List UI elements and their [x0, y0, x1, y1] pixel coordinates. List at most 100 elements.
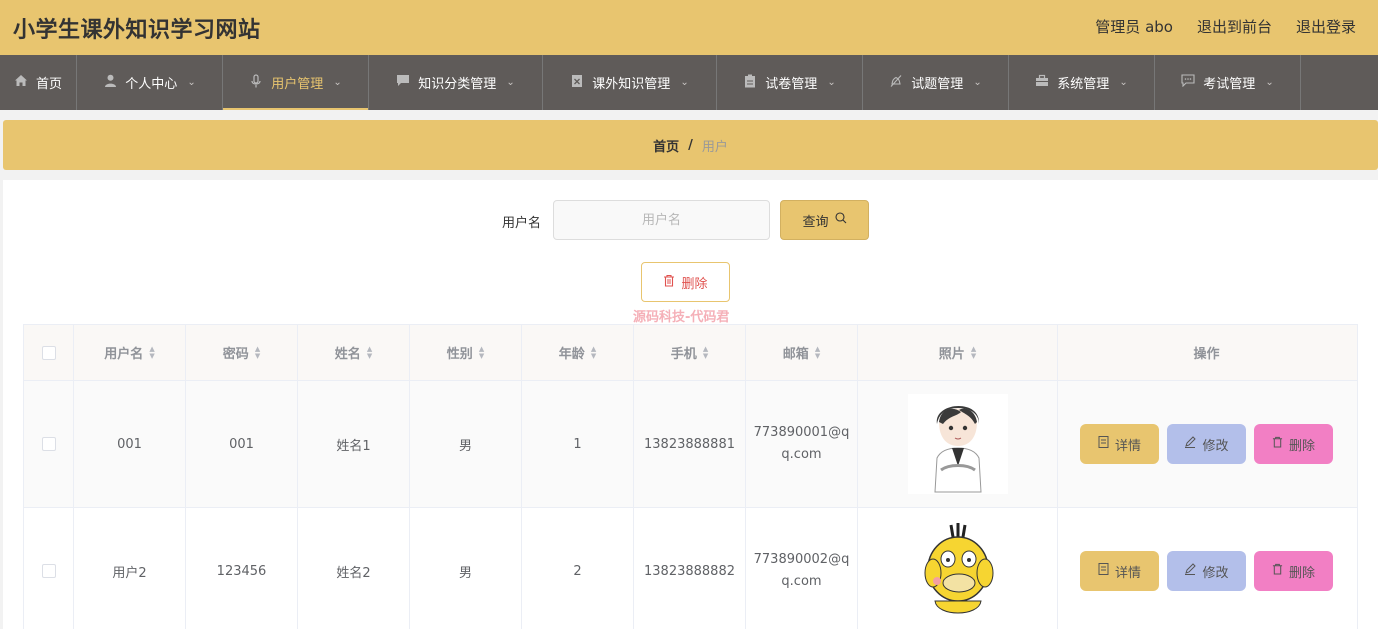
nav-home[interactable]: 首页	[0, 55, 77, 110]
top-header: 小学生课外知识学习网站 管理员 abo 退出到前台 退出登录	[0, 0, 1378, 55]
nav-questions[interactable]: 试题管理 ⌄	[863, 55, 1009, 110]
cell-gender: 男	[410, 508, 522, 629]
edit-button[interactable]: 修改	[1167, 424, 1246, 464]
table-row: 用户2 123456 姓名2 男 2 13823888882 773890002…	[24, 508, 1357, 629]
cell-actions: 详情 修改 删除	[1058, 381, 1355, 507]
briefcase-icon	[1035, 74, 1049, 91]
select-all-checkbox[interactable]	[41, 345, 56, 360]
nav-label: 首页	[35, 77, 62, 92]
delete-label: 删除	[1288, 438, 1315, 454]
batch-delete-label: 删除	[681, 276, 708, 292]
chevron-down-icon: ⌄	[680, 77, 689, 88]
nav-extra-knowledge[interactable]: 课外知识管理 ⌄	[543, 55, 717, 110]
sort-icon[interactable]: ▲ ▼	[971, 345, 976, 360]
sort-icon[interactable]: ▲ ▼	[703, 345, 708, 360]
home-icon	[14, 74, 28, 91]
column-header: 操作	[1193, 347, 1220, 362]
nav-system[interactable]: 系统管理 ⌄	[1009, 55, 1155, 110]
nav-label: 用户管理	[271, 77, 324, 92]
row-checkbox[interactable]	[41, 564, 56, 578]
sort-icon[interactable]: ▲ ▼	[815, 345, 820, 360]
column-header[interactable]: 照片 ▲ ▼	[858, 325, 1058, 380]
delete-button[interactable]: 删除	[1254, 424, 1333, 464]
column-header[interactable]: 密码 ▲ ▼	[186, 325, 298, 380]
cell-phone: 13823888882	[634, 508, 746, 629]
cell-gender: 男	[410, 381, 522, 507]
nav-label: 课外知识管理	[592, 77, 671, 92]
nav-exams[interactable]: 考试管理 ⌄	[1155, 55, 1301, 110]
search-icon	[834, 212, 847, 228]
delete-button[interactable]: 删除	[1254, 551, 1333, 591]
cell-email-wrap: 773890001@qq.com	[746, 381, 858, 507]
table-header: 用户名 ▲ ▼ 密码 ▲ ▼ 姓名 ▲ ▼ 性别 ▲ ▼ 年龄 ▲ ▼ 手机 ▲ ▼ 邮箱 ▲ ▼ 照片 ▲ ▼…	[24, 325, 1357, 381]
main-content: 用户名 查询 删除 源码科技-代码君 用户名▲▼ 密码▲▼ 姓名▲▼ 性别▲▼ …	[3, 180, 1378, 629]
document-icon	[1098, 436, 1109, 452]
nav-knowledge-category[interactable]: 知识分类管理 ⌄	[369, 55, 543, 110]
chat-icon	[396, 74, 410, 91]
cell-username: 用户2	[74, 508, 186, 629]
chevron-down-icon: ⌄	[973, 77, 982, 88]
search-label: 用户名	[502, 216, 542, 231]
detail-button[interactable]: 详情	[1080, 551, 1159, 591]
edit-button[interactable]: 修改	[1167, 551, 1246, 591]
nav-label: 个人中心	[125, 77, 178, 92]
chevron-down-icon: ⌄	[333, 77, 342, 88]
nav-users[interactable]: 用户管理 ⌄	[223, 55, 369, 110]
trash-icon	[1272, 563, 1283, 579]
cell-email: 773890002@qq.com	[753, 552, 850, 589]
user-avatar-photo	[907, 521, 1008, 621]
detail-button[interactable]: 详情	[1080, 424, 1159, 464]
pencil-icon	[1184, 563, 1197, 579]
sort-icon[interactable]: ▲ ▼	[479, 345, 484, 360]
nav-label: 试卷管理	[765, 77, 818, 92]
bell-off-icon	[889, 74, 903, 92]
column-header[interactable]: 姓名 ▲ ▼	[298, 325, 410, 380]
clipboard-x-icon	[570, 74, 584, 92]
document-icon	[1098, 563, 1109, 579]
sort-icon[interactable]: ▲ ▼	[149, 345, 154, 360]
search-button[interactable]: 查询	[780, 200, 869, 240]
nav-label: 知识分类管理	[418, 77, 497, 92]
header-actions: 管理员 abo 退出到前台 退出登录	[1095, 16, 1356, 37]
cell-email: 773890001@qq.com	[753, 425, 850, 462]
site-title: 小学生课外知识学习网站	[13, 18, 261, 43]
breadcrumb-home[interactable]: 首页	[653, 136, 679, 155]
cell-actions: 详情 修改 删除	[1058, 508, 1355, 629]
column-header[interactable]: 年龄 ▲ ▼	[522, 325, 634, 380]
breadcrumb-separator: /	[688, 137, 693, 153]
header-checkbox-cell	[24, 325, 74, 380]
sort-icon[interactable]: ▲ ▼	[367, 345, 372, 360]
column-header[interactable]: 手机 ▲ ▼	[634, 325, 746, 380]
nav-label: 系统管理	[1057, 77, 1110, 92]
batch-delete-button[interactable]: 删除	[641, 262, 730, 302]
chevron-down-icon: ⌄	[187, 77, 196, 88]
to-front-link[interactable]: 退出到前台	[1197, 16, 1272, 37]
column-header[interactable]: 用户名 ▲ ▼	[74, 325, 186, 380]
column-header[interactable]: 邮箱 ▲ ▼	[746, 325, 858, 380]
row-checkbox-cell	[24, 508, 74, 629]
microphone-icon	[249, 73, 263, 92]
breadcrumb-current: 用户	[701, 139, 728, 155]
cell-password: 001	[186, 381, 298, 507]
logout-link[interactable]: 退出登录	[1296, 16, 1356, 37]
nav-papers[interactable]: 试卷管理 ⌄	[717, 55, 863, 110]
nav-label: 试题管理	[911, 77, 964, 92]
user-icon	[103, 74, 117, 91]
chevron-down-icon: ⌄	[506, 77, 515, 88]
chevron-down-icon: ⌄	[827, 77, 836, 88]
cell-age: 1	[522, 381, 634, 507]
delete-label: 删除	[1288, 565, 1315, 581]
nav-personal[interactable]: 个人中心 ⌄	[77, 55, 223, 110]
sort-icon[interactable]: ▲ ▼	[591, 345, 596, 360]
search-input[interactable]	[553, 200, 770, 240]
sort-icon[interactable]: ▲ ▼	[255, 345, 260, 360]
column-header[interactable]: 性别 ▲ ▼	[410, 325, 522, 380]
cell-name: 姓名2	[298, 508, 410, 629]
trash-icon	[663, 274, 675, 291]
row-checkbox[interactable]	[41, 437, 56, 451]
cell-photo	[858, 381, 1058, 507]
table-row: 001 001 姓名1 男 1 13823888881 773890001@qq…	[24, 381, 1357, 508]
breadcrumb: 首页 / 用户	[3, 120, 1378, 170]
trash-icon	[1272, 436, 1283, 452]
chevron-down-icon: ⌄	[1265, 77, 1274, 88]
